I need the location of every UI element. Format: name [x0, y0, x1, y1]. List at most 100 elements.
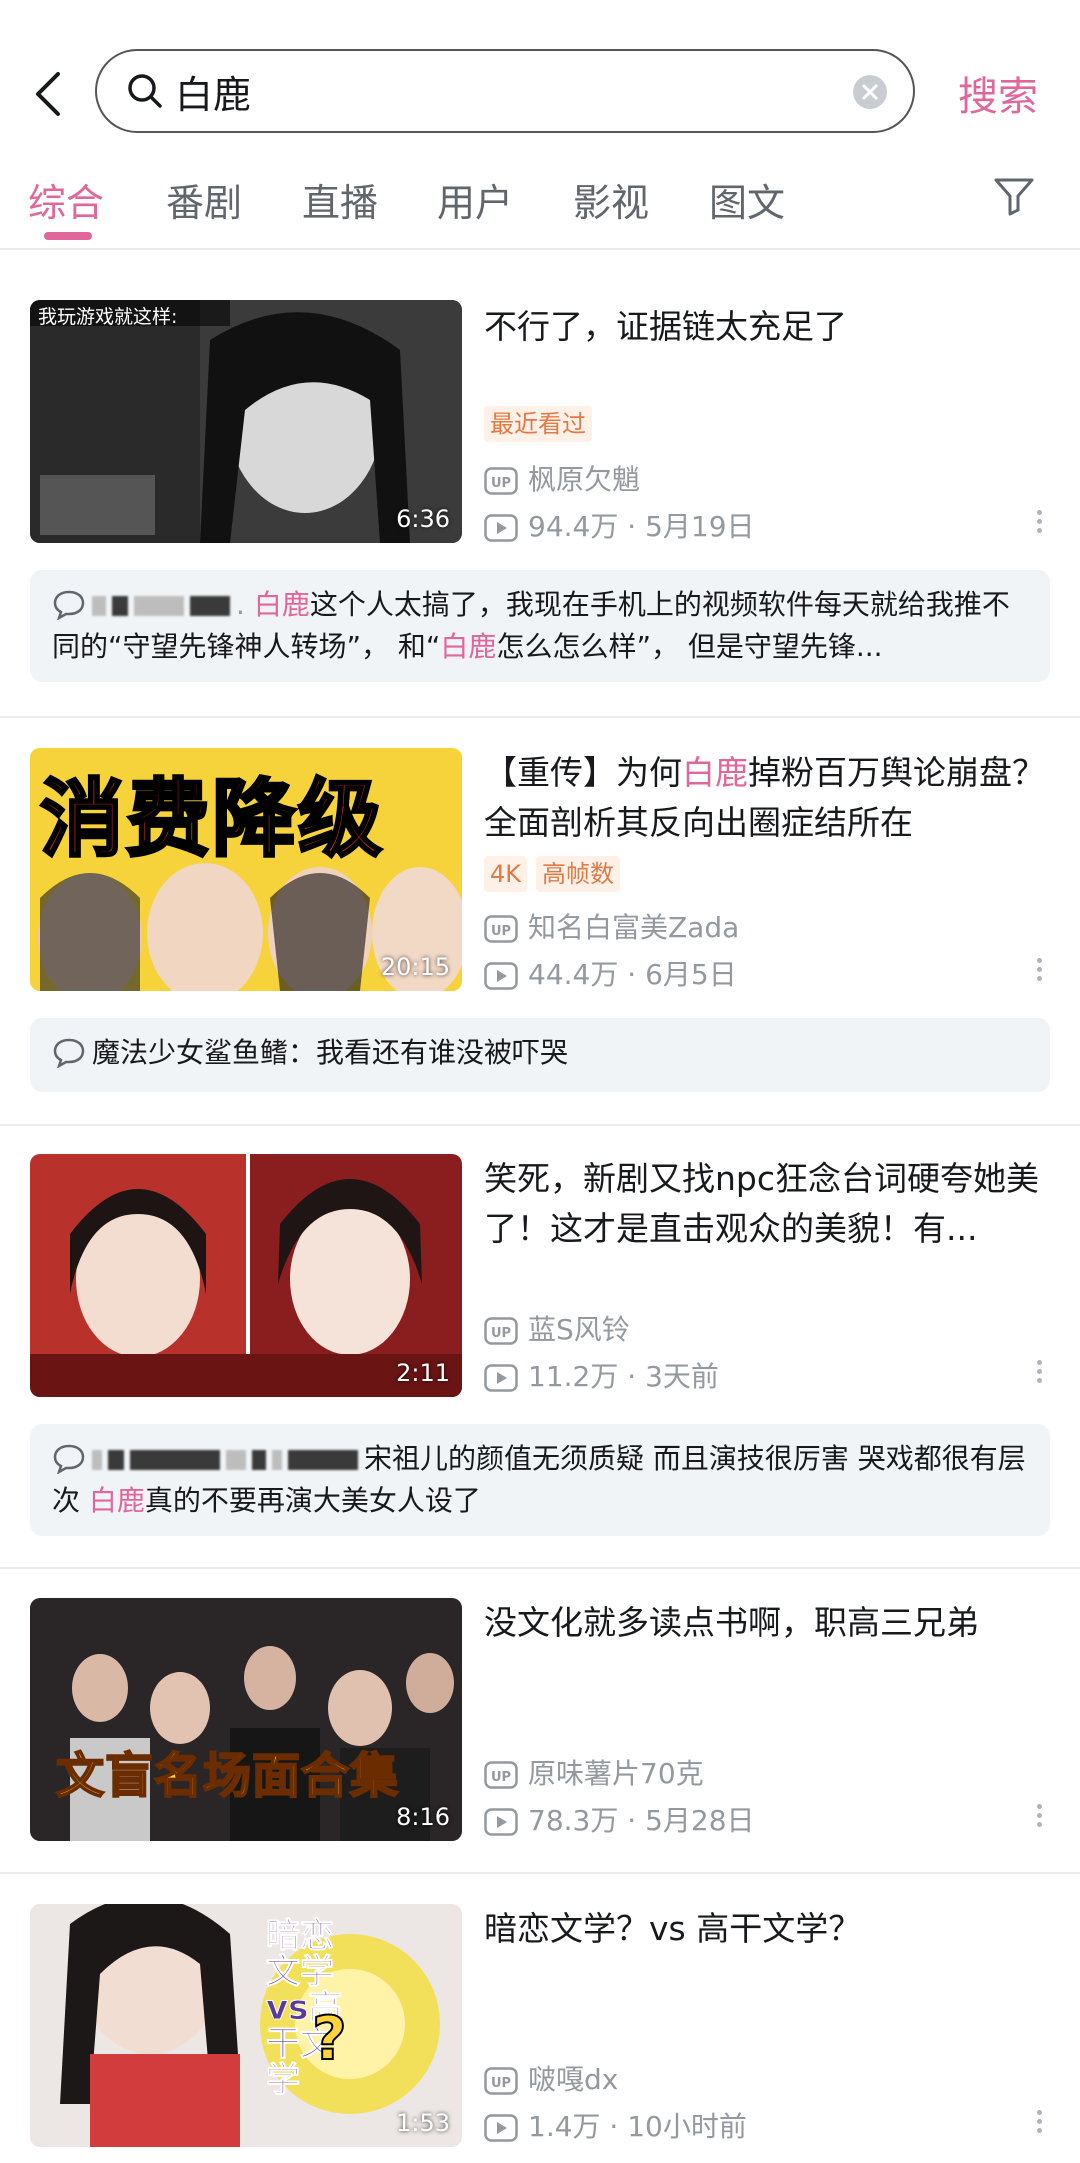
stats-row: 44.4万 · 6月5日: [484, 953, 737, 993]
video-title[interactable]: 【重传】为何白鹿掉粉百万舆论崩盘？全面剖析其反向出圈症结所在: [484, 748, 1054, 848]
thumbnail-title-text: 消费降级: [38, 769, 385, 870]
recently-watched-badge: 最近看过: [484, 406, 592, 442]
active-tab-indicator: [44, 232, 92, 240]
hot-comment[interactable]: 魔法少女鲨鱼鳍：我看还有谁没被吓哭: [30, 1018, 1050, 1092]
keyword-highlight: 白鹿: [440, 630, 497, 663]
more-options-button[interactable]: [1032, 506, 1046, 542]
search-header: 搜索 综合 番剧 直播 用户 影视 图文: [0, 0, 1080, 250]
video-title[interactable]: 没文化就多读点书啊，职高三兄弟: [484, 1598, 1054, 1648]
comment-icon: [53, 1038, 85, 1068]
stats-row: 11.2万 · 3天前: [484, 1355, 719, 1395]
comment-text: 怎么怎么样”， 但是守望先锋...: [496, 630, 883, 663]
hot-comment[interactable]: 宋祖儿的颜值无须质疑 而且演技很厉害 哭戏都很有层次 白鹿真的不要再演大美女人设…: [30, 1424, 1050, 1536]
view-count: 1.4万: [528, 2110, 601, 2143]
uploader-name: 蓝S风铃: [528, 1313, 630, 1346]
comment-text: 我看还有谁没被吓哭: [316, 1036, 569, 1069]
play-count-icon: [484, 1364, 518, 1392]
search-icon: [128, 74, 162, 108]
close-icon: [862, 84, 878, 100]
video-duration: 8:16: [396, 1803, 450, 1831]
uploader-name: 原味薯片70克: [528, 1757, 704, 1790]
result-divider: [0, 1567, 1080, 1569]
meta-separator: ·: [618, 1804, 646, 1837]
video-thumbnail[interactable]: 文盲名场面合集 8:16: [30, 1598, 462, 1841]
svg-text:UP: UP: [491, 1326, 511, 1341]
meta-separator: ·: [618, 958, 646, 991]
tab-movies[interactable]: 影视: [573, 172, 649, 227]
tab-users[interactable]: 用户: [437, 172, 513, 227]
question-mark-graphic: ?: [311, 2003, 348, 2075]
video-thumbnail[interactable]: 暗恋文学vs高干文学 ? 1:53: [30, 1904, 462, 2147]
svg-text:UP: UP: [491, 476, 511, 491]
up-icon: UP: [484, 915, 518, 943]
search-input[interactable]: [175, 63, 815, 119]
publish-date: 3天前: [645, 1360, 719, 1393]
tab-live[interactable]: 直播: [302, 172, 378, 227]
filter-icon[interactable]: [992, 174, 1036, 218]
more-options-button[interactable]: [1032, 1800, 1046, 1836]
4k-badge: 4K: [484, 856, 528, 892]
play-count-icon: [484, 514, 518, 542]
more-options-button[interactable]: [1032, 2106, 1046, 2142]
blurred-username: [92, 1450, 102, 1470]
up-icon: UP: [484, 467, 518, 495]
uploader-row[interactable]: UP 知名白富美Zada: [484, 906, 739, 946]
search-box[interactable]: [95, 49, 915, 133]
comment-icon: [53, 1444, 85, 1474]
uploader-row[interactable]: UP 啵嘎dx: [484, 2058, 618, 2098]
video-thumbnail[interactable]: 消费降级 20:15: [30, 748, 462, 991]
view-count: 44.4万: [528, 958, 619, 991]
result-divider: [0, 1124, 1080, 1126]
video-title[interactable]: 暗恋文学？vs 高干文学？: [484, 1904, 1054, 1954]
keyword-highlight: 白鹿: [253, 588, 310, 621]
view-count: 94.4万: [528, 510, 619, 543]
blurred-username: [92, 596, 106, 616]
tab-anime[interactable]: 番剧: [166, 172, 242, 227]
uploader-name: 枫原欠魈: [528, 463, 641, 496]
publish-date: 10小时前: [627, 2110, 747, 2143]
title-text: 【重传】为何: [484, 753, 682, 792]
svg-text:UP: UP: [491, 924, 511, 939]
up-icon: UP: [484, 2067, 518, 2095]
meta-separator: ·: [618, 510, 646, 543]
video-thumbnail[interactable]: 我玩游戏就这样: 6:36: [30, 300, 462, 543]
search-button[interactable]: 搜索: [958, 64, 1038, 122]
keyword-highlight: 白鹿: [682, 753, 748, 792]
stats-row: 78.3万 · 5月28日: [484, 1799, 755, 1839]
video-duration: 1:53: [396, 2109, 450, 2137]
tab-articles[interactable]: 图文: [709, 172, 785, 227]
meta-separator: ·: [618, 1360, 646, 1393]
stats-row: 1.4万 · 10小时前: [484, 2105, 747, 2145]
hot-comment[interactable]: . 白鹿这个人太搞了，我现在手机上的视频软件每天就给我推不同的“守望先锋神人转场…: [30, 570, 1050, 682]
thumbnail-caption: 我玩游戏就这样:: [38, 306, 178, 328]
clear-search-button[interactable]: [853, 75, 887, 109]
comment-icon: [53, 590, 85, 620]
more-options-button[interactable]: [1032, 954, 1046, 990]
tab-overall[interactable]: 综合: [28, 172, 104, 227]
result-divider: [0, 1872, 1080, 1874]
video-title[interactable]: 笑死，新剧又找npc狂念台词硬夸她美了！这才是直击观众的美貌！有...: [484, 1154, 1054, 1254]
video-duration: 2:11: [396, 1359, 450, 1387]
back-arrow-icon: [36, 72, 60, 116]
video-duration: 20:15: [380, 953, 450, 981]
svg-text:UP: UP: [491, 2076, 511, 2091]
uploader-row[interactable]: UP 原味薯片70克: [484, 1752, 704, 1792]
video-duration: 6:36: [396, 505, 450, 533]
header-divider: [0, 248, 1080, 250]
more-options-button[interactable]: [1032, 1356, 1046, 1392]
video-title[interactable]: 不行了，证据链太充足了: [484, 302, 1054, 352]
uploader-row[interactable]: UP 枫原欠魈: [484, 458, 640, 498]
username-dot: .: [236, 588, 254, 621]
video-thumbnail[interactable]: 2:11: [30, 1154, 462, 1397]
uploader-row[interactable]: UP 蓝S风铃: [484, 1308, 630, 1348]
back-button[interactable]: [26, 64, 76, 124]
keyword-highlight: 白鹿: [88, 1484, 145, 1517]
play-count-icon: [484, 1808, 518, 1836]
uploader-name: 知名白富美Zada: [528, 911, 740, 944]
view-count: 78.3万: [528, 1804, 619, 1837]
stats-row: 94.4万 · 5月19日: [484, 505, 755, 545]
play-count-icon: [484, 2114, 518, 2142]
high-fps-badge: 高帧数: [536, 856, 620, 892]
svg-text:UP: UP: [491, 1770, 511, 1785]
comment-author: 魔法少女鲨鱼鳍：: [92, 1036, 317, 1069]
